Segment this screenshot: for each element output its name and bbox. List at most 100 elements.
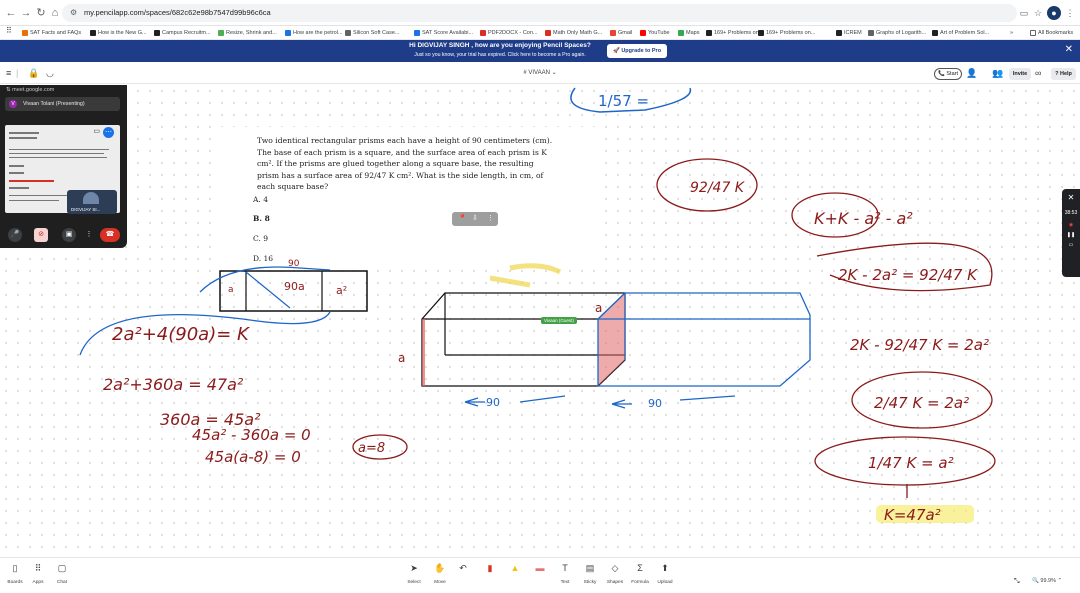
bookmark-favicon-icon [218, 29, 224, 36]
browser-address-bar: ← → ↻ ⌂ ⚙ my.pencilapp.com/spaces/682c62… [0, 0, 1080, 26]
back-icon[interactable]: ← [3, 5, 19, 21]
bookmark-item[interactable]: 169+ Problems on... [706, 28, 763, 38]
apps-grid-icon[interactable]: ⠿ [6, 26, 12, 36]
bookmark-item[interactable]: YouTube [640, 28, 670, 38]
choice-d[interactable]: D. 16 [253, 254, 273, 263]
boards-button[interactable]: ▯ Boards [3, 561, 27, 585]
bookmark-favicon-icon [22, 29, 28, 36]
home-icon[interactable]: ⌂ [47, 5, 63, 21]
board-title[interactable]: # VIVAAN ⌄ [500, 69, 580, 76]
avatar: V [9, 100, 17, 108]
bookmark-label: Gmail [618, 30, 633, 36]
bookmark-item[interactable]: Campus Recruitm... [154, 28, 211, 38]
cast-icon[interactable]: ▭ [1017, 6, 1031, 20]
pause-icon[interactable]: ❚❚ [1062, 232, 1080, 238]
shapes-tool[interactable]: ◇ Shapes [603, 561, 627, 585]
text-tool[interactable]: T Text [553, 561, 577, 585]
choice-b[interactable]: B. 8 [253, 214, 270, 223]
undo-tool[interactable]: ↶ [451, 561, 475, 575]
formula-tool[interactable]: Σ Formula [628, 561, 652, 585]
banner-title: Hi DIGVIJAY SINGH , how are you enjoying… [409, 42, 591, 49]
meet-panel: ⇅ meet.google.com V Vivaan Tolani (Prese… [0, 85, 127, 248]
bookmark-favicon-icon [610, 29, 616, 36]
bookmark-item[interactable]: SAT Score Availabi... [414, 28, 473, 38]
bookmark-item[interactable]: Math Only Math G... [545, 28, 602, 38]
stop-icon[interactable]: ▭ [1062, 242, 1080, 248]
bookmark-item[interactable]: How is the New G... [90, 28, 147, 38]
url-field[interactable]: ⚙ my.pencilapp.com/spaces/682c62e98b7547… [62, 4, 1017, 22]
invite-button[interactable]: Invite [1009, 68, 1031, 80]
choice-c[interactable]: C. 9 [253, 234, 268, 243]
chat-button[interactable]: ▢ Chat [50, 561, 74, 585]
zoom-control[interactable]: 🔍 99.9% ⌃ [1032, 578, 1062, 584]
apps-button[interactable]: ⠿ Apps [26, 561, 50, 585]
record-icon[interactable]: ◉ [1062, 222, 1080, 228]
bookmark-label: Silicon Soft Case... [353, 30, 400, 36]
highlighter-tool[interactable]: ▲ [503, 561, 527, 575]
presence-icon[interactable]: ◡ [46, 68, 54, 79]
bookmark-label: Graphs of Logarith... [876, 30, 927, 36]
camera-off-icon[interactable]: ⊘ [34, 228, 48, 242]
pin-icon[interactable]: 📍 [458, 212, 467, 226]
bookmark-favicon-icon [640, 29, 646, 36]
upload-tool[interactable]: ⬆ Upload [653, 561, 677, 585]
bookmarks-more[interactable]: » [1010, 28, 1013, 38]
bookmark-item[interactable]: Silicon Soft Case... [345, 28, 399, 38]
bookmark-item[interactable]: SAT Facts and FAQs [22, 28, 81, 38]
select-tool[interactable]: ➤ Select [402, 561, 426, 585]
bookmark-item[interactable]: PDF2DOCX - Con... [480, 28, 538, 38]
bookmark-item[interactable]: ICREM [836, 28, 862, 38]
more-options-icon[interactable]: ⋯ [103, 127, 114, 138]
participants-icon[interactable]: 👥 [992, 68, 1003, 79]
help-button[interactable]: ? Help [1051, 68, 1076, 80]
more-icon[interactable]: ⋮ [487, 212, 494, 226]
bookmark-favicon-icon [678, 29, 684, 36]
upload-icon: ⬆ [661, 563, 669, 573]
bookmark-favicon-icon [285, 29, 291, 36]
eraser-icon: ▬ [535, 563, 545, 573]
profile-avatar-icon[interactable]: ● [1047, 6, 1061, 20]
more-icon[interactable]: ⋮ [82, 228, 96, 242]
choice-action-pill[interactable]: 📍 ⇩ ⋮ [452, 212, 498, 226]
close-icon[interactable]: ✕ [1065, 44, 1073, 55]
bookmark-item[interactable]: Maps [678, 28, 699, 38]
bookmark-item[interactable]: How are the petrol... [285, 28, 343, 38]
bookmark-item[interactable]: 169+ Problems on... [758, 28, 815, 38]
bookmark-item[interactable]: Resize, Shrink and... [218, 28, 277, 38]
divider: | [16, 68, 19, 78]
present-icon[interactable]: ▣ [62, 228, 76, 242]
choice-a[interactable]: A. 4 [253, 195, 268, 204]
bookmark-label: ICREM [844, 30, 862, 36]
sticky-tool[interactable]: ▤ Sticky [578, 561, 602, 585]
bookmark-item[interactable]: Art of Problem Sol... [932, 28, 989, 38]
bookmark-favicon-icon [480, 29, 486, 36]
fit-screen-icon[interactable]: ⤡ [1014, 578, 1020, 586]
hang-up-icon[interactable]: ☎ [100, 228, 120, 242]
lock-icon[interactable]: 🔒 [28, 68, 39, 79]
bookmark-star-icon[interactable]: ☆ [1031, 6, 1045, 20]
bookmark-label: PDF2DOCX - Con... [488, 30, 538, 36]
all-bookmarks-link[interactable]: All Bookmarks [1030, 28, 1073, 38]
bookmark-item[interactable]: Gmail [610, 28, 632, 38]
download-icon[interactable]: ⇩ [472, 212, 478, 226]
forward-icon[interactable]: → [18, 5, 34, 21]
start-call-button[interactable]: 📞 Start [934, 68, 962, 80]
site-info-icon[interactable]: ⚙ [70, 4, 77, 22]
upgrade-to-pro-button[interactable]: 🚀 Upgrade to Pro [607, 44, 667, 58]
menu-icon[interactable]: ≡ [6, 68, 11, 78]
bookmark-item[interactable]: Graphs of Logarith... [868, 28, 926, 38]
question-text: Two identical rectangular prisms each ha… [257, 136, 553, 191]
close-icon[interactable]: ✕ [1062, 193, 1080, 202]
browser-menu-icon[interactable]: ⋮ [1063, 6, 1077, 20]
pen-tool[interactable]: ▮ [478, 561, 502, 575]
user-badge-icon[interactable]: 👤 [966, 68, 977, 79]
move-tool[interactable]: ✋ Move [428, 561, 452, 585]
mic-icon[interactable]: 🎤 [8, 228, 22, 242]
text-icon: T [562, 563, 568, 573]
eraser-tool[interactable]: ▬ [528, 561, 552, 575]
recorder-widget: ✕ 38:53 ◉ ❚❚ ▭ [1062, 189, 1080, 277]
link-icon[interactable]: ∞ [1035, 68, 1041, 78]
pip-icon[interactable]: ▭ [93, 127, 100, 135]
app-toolbar: ≡ | 🔒 ◡ # VIVAAN ⌄ 📞 Start 👤 👥 Invite ∞ … [0, 64, 1080, 84]
banner-subtitle[interactable]: Just so you know, your trial has expired… [200, 52, 800, 58]
